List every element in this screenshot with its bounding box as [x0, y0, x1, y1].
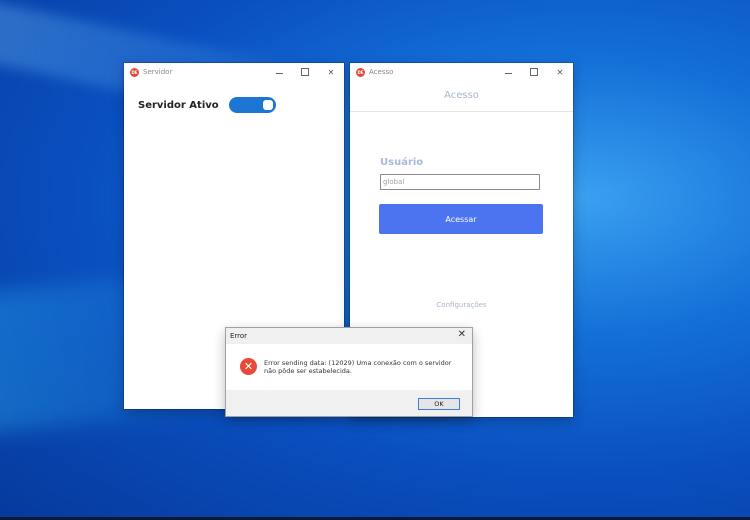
maximize-button[interactable] — [521, 63, 547, 81]
maximize-button[interactable] — [292, 63, 318, 81]
maximize-icon — [530, 68, 538, 76]
window-title: Servidor — [143, 68, 173, 76]
minimize-button[interactable] — [495, 63, 521, 81]
error-message: Error sending data: (12029) Uma conexão … — [264, 359, 452, 375]
toggle-knob — [262, 100, 273, 110]
close-icon: ✕ — [327, 67, 335, 77]
servidor-ativo-toggle[interactable] — [228, 97, 276, 113]
page-title: Acesso — [350, 81, 573, 112]
app-logo-icon: DE — [356, 67, 365, 77]
minimize-icon — [504, 72, 512, 74]
minimize-icon — [275, 72, 283, 74]
dialog-close-button[interactable]: ✕ — [458, 329, 466, 340]
acesso-titlebar[interactable]: DE Acesso ✕ — [350, 63, 573, 81]
servidor-ativo-label: Servidor Ativo — [138, 99, 219, 111]
servidor-toggle-row: Servidor Ativo — [138, 97, 276, 113]
usuario-input[interactable] — [380, 174, 540, 190]
error-icon: ✕ — [240, 358, 257, 375]
dialog-body: ✕ Error sending data: (12029) Uma conexã… — [226, 344, 472, 390]
dialog-title: Error — [230, 332, 248, 340]
acessar-button[interactable]: Acessar — [379, 204, 543, 234]
app-logo-icon: DE — [130, 67, 139, 77]
maximize-icon — [301, 68, 309, 76]
usuario-label: Usuário — [380, 157, 424, 168]
close-button[interactable]: ✕ — [547, 63, 573, 81]
close-icon: ✕ — [457, 329, 466, 340]
close-button[interactable]: ✕ — [318, 63, 344, 81]
close-icon: ✕ — [556, 67, 564, 77]
configuracoes-link[interactable]: Configurações — [350, 301, 573, 309]
window-title: Acesso — [369, 68, 394, 76]
minimize-button[interactable] — [266, 63, 292, 81]
error-dialog: Error ✕ ✕ Error sending data: (12029) Um… — [226, 328, 472, 416]
ok-button[interactable]: OK — [418, 398, 460, 410]
servidor-titlebar[interactable]: DE Servidor ✕ — [124, 63, 344, 81]
